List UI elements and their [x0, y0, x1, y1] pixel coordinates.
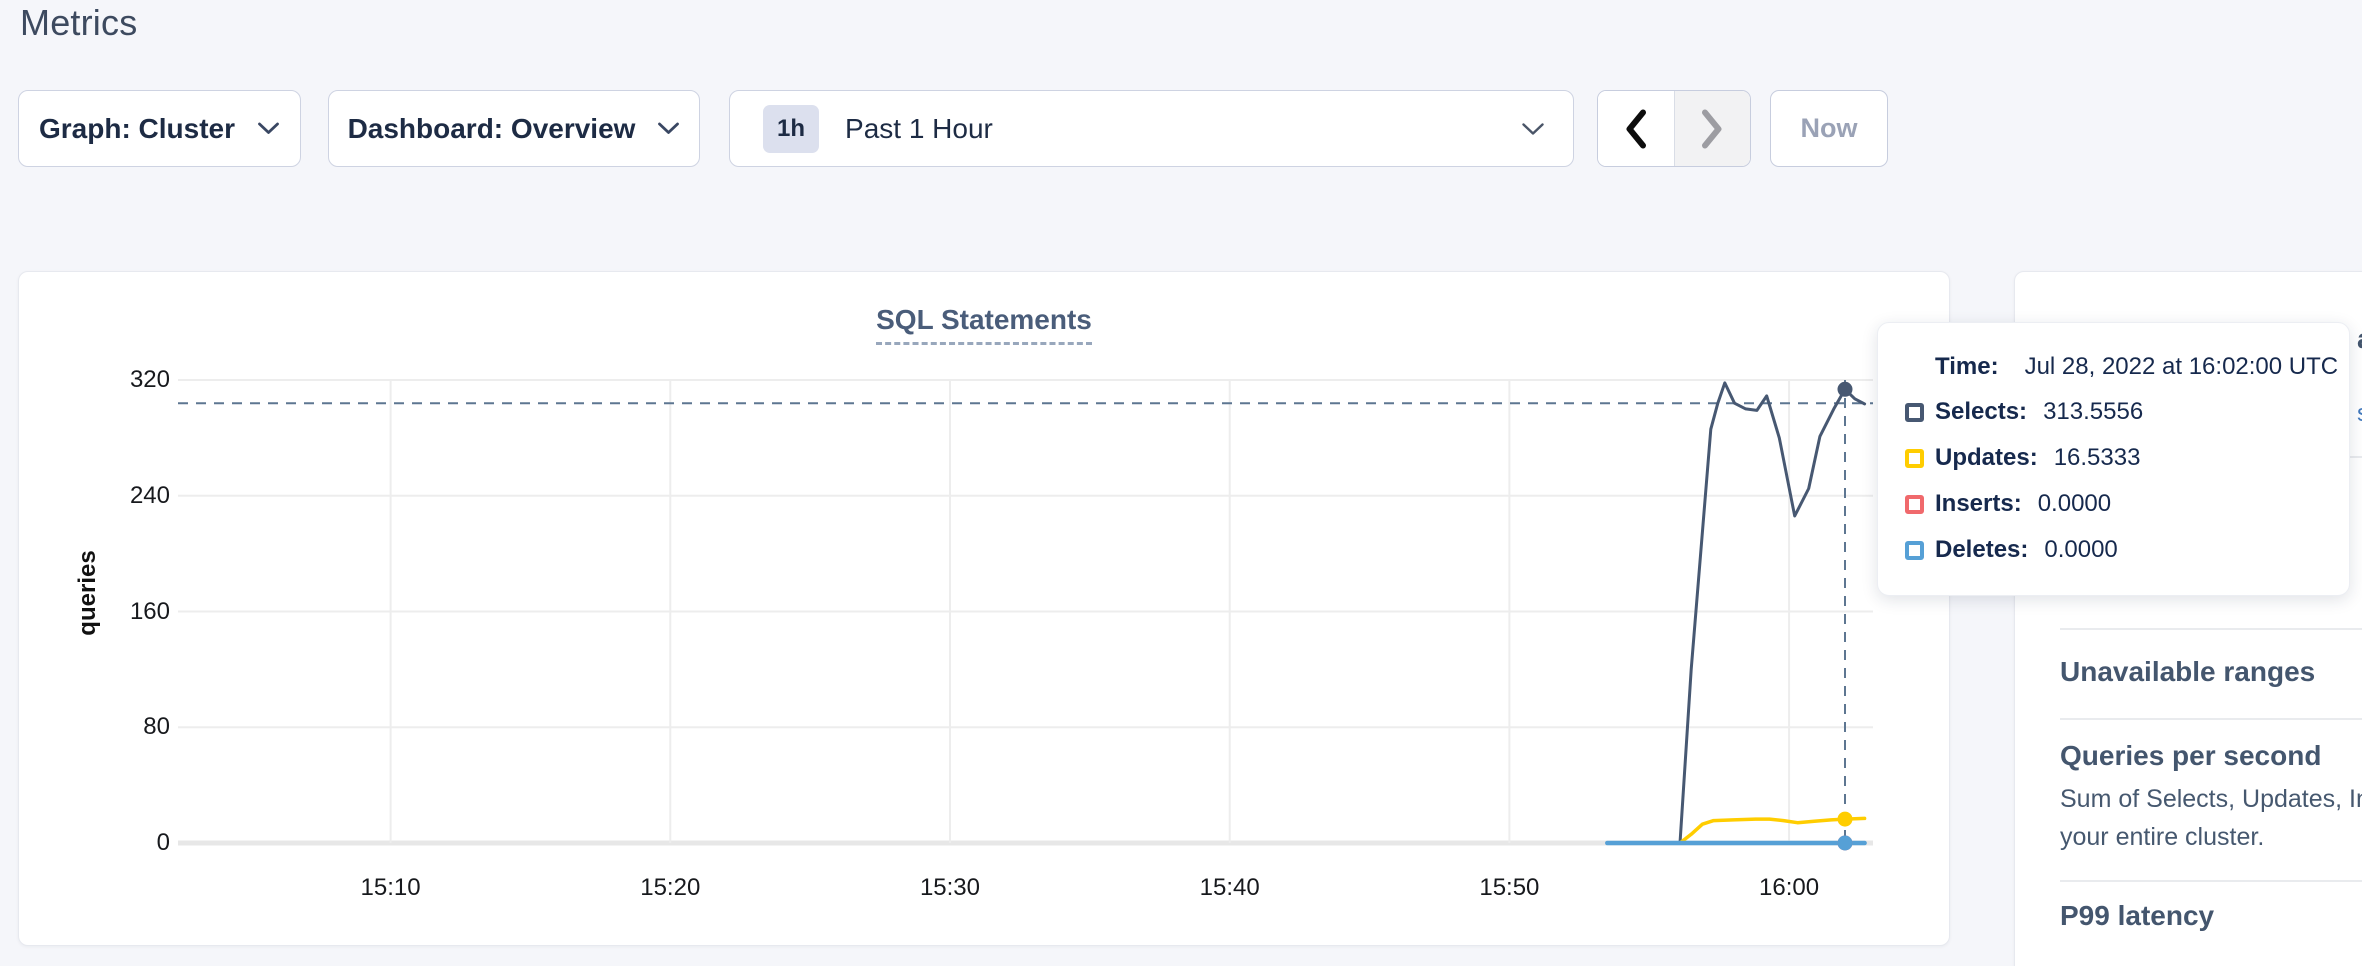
y-axis-tick-label: 80 [40, 713, 170, 741]
chevron-right-icon [1700, 108, 1724, 150]
tooltip-row-label: Deletes: [1935, 536, 2028, 564]
x-axis-tick-label: 15:40 [1170, 874, 1290, 902]
page-title: Metrics [20, 2, 137, 44]
time-range-label: Past 1 Hour [845, 113, 993, 145]
sidebar-item-p99-latency: P99 latency [2060, 900, 2214, 932]
sidebar-divider [2060, 718, 2362, 720]
tooltip-row-label: Updates: [1935, 444, 2038, 472]
tooltip-row-selects: Selects: 313.5556 [1905, 397, 2349, 427]
tooltip-row-value: 0.0000 [2038, 490, 2111, 518]
time-back-button[interactable] [1598, 91, 1674, 166]
tooltip-row-inserts: Inserts: 0.0000 [1905, 489, 2349, 519]
time-nav-group [1597, 90, 1751, 167]
chart-title-wrap: SQL Statements [18, 304, 1950, 345]
sidebar-heading-fragment: a [2357, 323, 2362, 355]
metrics-page: Metrics Graph: Cluster Dashboard: Overvi… [0, 0, 2362, 966]
tooltip-time-value: Jul 28, 2022 at 16:02:00 UTC [2025, 353, 2339, 381]
x-axis-tick-label: 15:50 [1449, 874, 1569, 902]
sidebar-divider [2060, 628, 2362, 630]
selects-series-swatch-icon [1905, 403, 1924, 422]
chart-title[interactable]: SQL Statements [876, 304, 1092, 345]
y-axis-tick-label: 240 [40, 482, 170, 510]
tooltip-row-deletes: Deletes: 0.0000 [1905, 535, 2349, 565]
sidebar-item-description-line: Sum of Selects, Updates, Inserts [2060, 785, 2362, 814]
y-axis-tick-label: 320 [40, 366, 170, 394]
time-range-selector[interactable]: 1h Past 1 Hour [729, 90, 1574, 167]
chart-plot-area[interactable] [178, 380, 1873, 843]
tooltip-row-value: 0.0000 [2044, 536, 2117, 564]
chevron-down-icon [257, 122, 280, 135]
tooltip-row-updates: Updates: 16.5333 [1905, 443, 2349, 473]
x-axis-tick-label: 15:20 [610, 874, 730, 902]
dashboard-dropdown[interactable]: Dashboard: Overview [328, 90, 700, 167]
dashboard-dropdown-label: Dashboard: Overview [348, 113, 636, 145]
inserts-series-swatch-icon [1905, 495, 1924, 514]
time-forward-button[interactable] [1674, 91, 1751, 166]
updates-series-swatch-icon [1905, 449, 1924, 468]
x-axis-tick-label: 16:00 [1729, 874, 1849, 902]
graph-dropdown[interactable]: Graph: Cluster [18, 90, 301, 167]
x-axis-tick-label: 15:10 [331, 874, 451, 902]
tooltip-row-label: Selects: [1935, 398, 2027, 426]
y-axis-tick-label: 160 [40, 598, 170, 626]
tooltip-row-label: Inserts: [1935, 490, 2022, 518]
tooltip-row-value: 16.5333 [2054, 444, 2141, 472]
now-button[interactable]: Now [1770, 90, 1888, 167]
chevron-down-icon [1521, 122, 1545, 136]
sidebar-link-fragment: s [2357, 400, 2362, 428]
sidebar-item-description-line: your entire cluster. [2060, 823, 2264, 852]
graph-dropdown-label: Graph: Cluster [39, 113, 235, 145]
tooltip-time-row: Time: Jul 28, 2022 at 16:02:00 UTC [1935, 353, 2349, 381]
sidebar-item-queries-per-second: Queries per second [2060, 740, 2321, 772]
sidebar-divider [2060, 880, 2362, 882]
tooltip-row-value: 313.5556 [2043, 398, 2143, 426]
tooltip-time-label: Time: [1935, 353, 1999, 381]
chart-hover-tooltip: Time: Jul 28, 2022 at 16:02:00 UTC Selec… [1877, 322, 2350, 596]
y-axis-tick-label: 0 [40, 829, 170, 857]
sidebar-item-unavailable-ranges: Unavailable ranges [2060, 656, 2315, 688]
chevron-down-icon [657, 122, 680, 135]
time-range-badge: 1h [763, 105, 819, 153]
x-axis-tick-label: 15:30 [890, 874, 1010, 902]
chevron-left-icon [1624, 108, 1648, 150]
deletes-series-swatch-icon [1905, 541, 1924, 560]
